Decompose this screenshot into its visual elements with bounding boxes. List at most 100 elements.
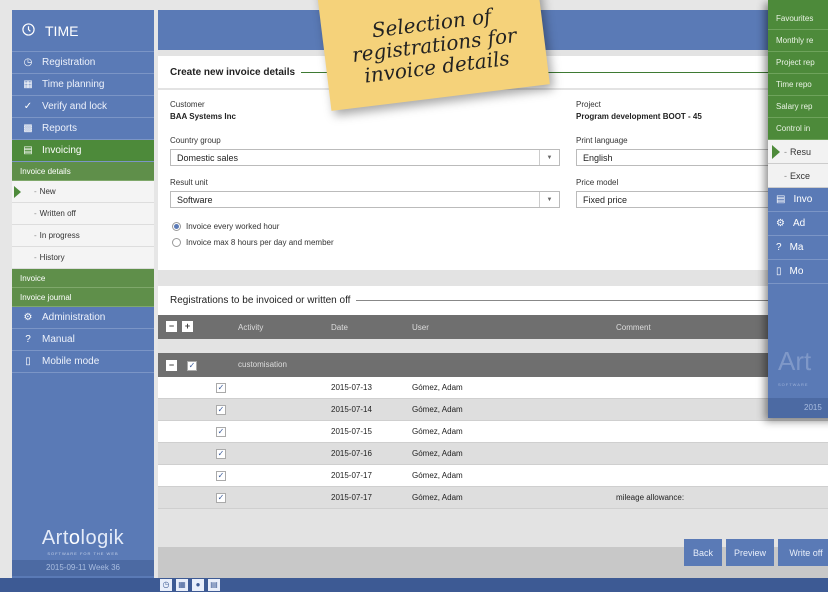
table-row[interactable]: ✓ 2015-07-17 Gómez, Adam mileage allowance: [158,487,828,509]
col-comment[interactable]: Comment [616,323,651,332]
chevron-down-icon[interactable]: ▼ [539,192,559,207]
radio-max-8-hours[interactable]: Invoice max 8 hours per day and member [172,238,334,247]
registrations-grid: − + Activity Date User Comment − ✓ custo… [158,315,828,509]
row-checkbox[interactable]: ✓ [216,383,226,393]
overlay-item-mobile[interactable]: ▯ Mo [768,260,828,284]
overlay-item-manual[interactable]: ? Ma [768,236,828,260]
expand-all-button[interactable]: + [182,321,193,332]
artologik-logo: Artologik [41,527,125,549]
write-off-button[interactable]: Write off [778,539,828,566]
radio-max-8-hours-label: Invoice max 8 hours per day and member [186,238,334,247]
app-brand-label: TIME [45,22,79,39]
col-date[interactable]: Date [331,323,348,332]
sidebar-subitem-written-off[interactable]: Written off [12,203,154,225]
bar-chart-icon: ▩ [23,123,33,134]
sidebar-subitem-new[interactable]: New [12,181,154,203]
overlay-item-label: Ma [789,242,804,253]
radio-dot-selected[interactable] [172,222,181,231]
registrations-header: Registrations to be invoiced or written … [158,286,828,315]
table-row[interactable]: ✓ 2015-07-14 Gómez, Adam [158,399,828,421]
clock-icon [22,22,35,39]
help-icon: ? [776,242,782,253]
overlay-menu: Favourites Monthly re Project rep Time r… [768,0,828,418]
back-button[interactable]: Back [684,539,722,566]
col-user[interactable]: User [412,323,429,332]
calculator-icon: ▤ [23,145,33,156]
radio-dot[interactable] [172,238,181,247]
overlay-item-project-report[interactable]: Project rep [768,52,828,74]
table-row[interactable]: ✓ 2015-07-15 Gómez, Adam [158,421,828,443]
collapse-all-button[interactable]: − [166,321,177,332]
registrations-divider [356,300,828,301]
document-icon[interactable]: ▤ [208,579,220,591]
overlay-item-administration[interactable]: ⚙ Ad [768,212,828,236]
sidebar-subitem-history[interactable]: History [12,247,154,269]
group-row: − ✓ customisation [158,353,828,377]
group-checkbox[interactable]: ✓ [187,361,197,371]
registrations-panel: Registrations to be invoiced or written … [158,286,828,315]
sidebar-invoice[interactable]: Invoice [12,269,154,288]
country-group-value: Domestic sales [177,152,239,163]
row-comment: mileage allowance: [616,493,685,502]
radio-every-hour[interactable]: Invoice every worked hour [172,222,279,231]
row-checkbox[interactable]: ✓ [216,405,226,415]
chevron-down-icon[interactable]: ▼ [539,150,559,165]
sidebar-item-registration[interactable]: ◷ Registration [12,52,154,74]
overlay-item-favourites[interactable]: Favourites [768,8,828,30]
overlay-subitem-exceptions[interactable]: Exce [768,164,828,188]
row-date: 2015-07-15 [331,427,372,436]
sidebar-item-label: Administration [42,312,106,323]
row-checkbox[interactable]: ✓ [216,449,226,459]
app-brand[interactable]: TIME [12,10,154,52]
overlay-item-salary-report[interactable]: Salary rep [768,96,828,118]
row-checkbox[interactable]: ✓ [216,427,226,437]
overlay-item-control-invoice[interactable]: Control in [768,118,828,140]
sidebar-item-label: Reports [42,123,78,134]
table-row[interactable]: ✓ 2015-07-13 Gómez, Adam [158,377,828,399]
table-row[interactable]: ✓ 2015-07-17 Gómez, Adam [158,465,828,487]
print-language-label: Print language [576,136,628,145]
sidebar-subitem-in-progress[interactable]: In progress [12,225,154,247]
sidebar-invoice-details[interactable]: Invoice details [12,162,154,181]
phone-icon: ▯ [776,266,782,277]
invoice-form-panel: Customer BAA Systems Inc Project Program… [158,90,828,270]
overlay-date: 2015 [768,398,828,418]
person-icon[interactable]: ● [192,579,204,591]
preview-button[interactable]: Preview [726,539,774,566]
sidebar-item-invoicing[interactable]: ▤ Invoicing [12,140,154,162]
overlay-item-time-report[interactable]: Time repo [768,74,828,96]
phone-icon: ▯ [25,356,31,367]
overlay-item-monthly-report[interactable]: Monthly re [768,30,828,52]
overlay-subitem-result[interactable]: Resu [768,140,828,164]
calendar-icon[interactable]: ▦ [176,579,188,591]
sidebar-item-verify-and-lock[interactable]: ✓ Verify and lock [12,96,154,118]
collapse-group-button[interactable]: − [166,360,177,371]
price-model-label: Price model [576,178,619,187]
result-unit-value: Software [177,194,213,205]
check-icon: ✓ [23,101,33,112]
sidebar-item-reports[interactable]: ▩ Reports [12,118,154,140]
country-group-select[interactable]: Domestic sales ▼ [170,149,560,166]
project-label: Project [576,100,601,109]
row-checkbox[interactable]: ✓ [216,493,226,503]
timer-icon[interactable]: ◷ [160,579,172,591]
row-user: Gómez, Adam [412,449,463,458]
overlay-top-edge [768,0,828,8]
screenshot-frame: TIME ◷ Registration ▦ Time planning ✓ Ve… [0,0,828,592]
col-activity[interactable]: Activity [238,323,263,332]
sidebar-invoice-journal[interactable]: Invoice journal [12,288,154,307]
row-date: 2015-07-16 [331,449,372,458]
sidebar-item-mobile-mode[interactable]: ▯ Mobile mode [12,351,154,373]
sidebar-item-time-planning[interactable]: ▦ Time planning [12,74,154,96]
sidebar-item-manual[interactable]: ? Manual [12,329,154,351]
help-icon: ? [25,334,31,345]
table-row[interactable]: ✓ 2015-07-16 Gómez, Adam [158,443,828,465]
price-model-value: Fixed price [583,194,628,205]
row-checkbox[interactable]: ✓ [216,471,226,481]
overlay-logo-tagline: SOFTWARE [778,382,809,387]
overlay-item-invoicing[interactable]: ▤ Invo [768,188,828,212]
sidebar-item-label: Invoicing [42,145,82,156]
sidebar-item-administration[interactable]: ⚙ Administration [12,307,154,329]
logo-tagline: SOFTWARE FOR THE WEB [47,551,119,556]
result-unit-select[interactable]: Software ▼ [170,191,560,208]
